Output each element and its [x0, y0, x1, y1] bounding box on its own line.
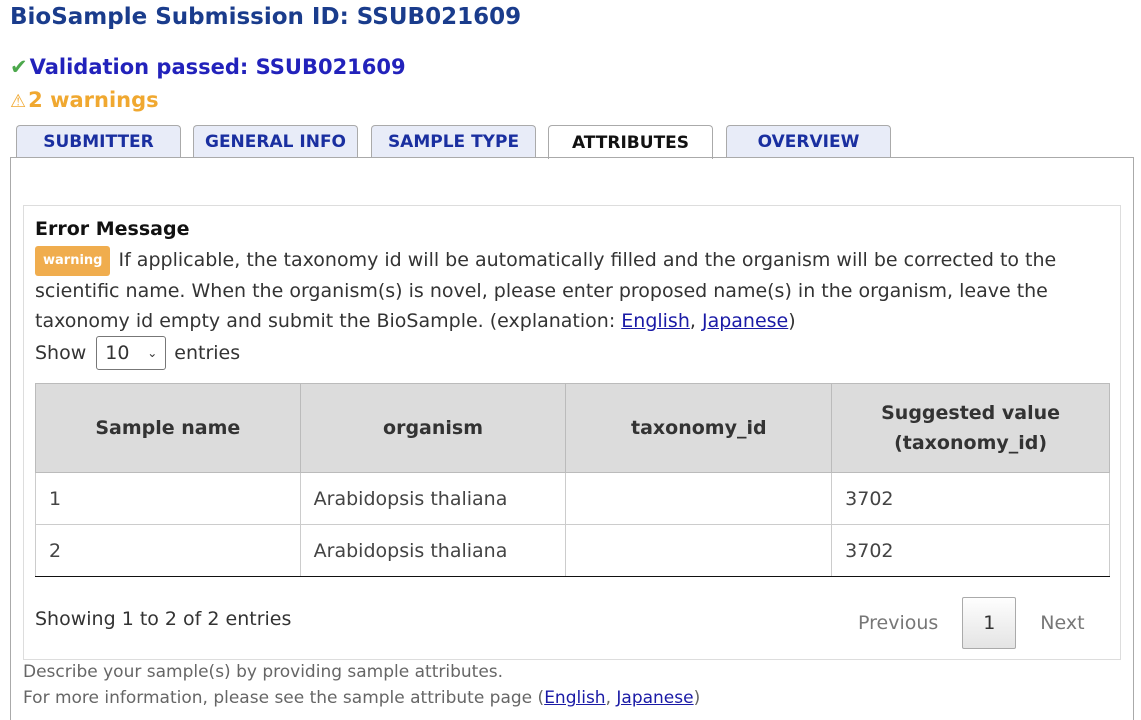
- table-header-row: Sample name organism taxonomy_id Suggest…: [35, 383, 1110, 473]
- data-table: Sample name organism taxonomy_id Suggest…: [35, 383, 1110, 577]
- attribute-page-link-english[interactable]: English: [544, 688, 605, 708]
- cell-sample-name: 1: [35, 472, 301, 525]
- cell-taxonomy-id: [565, 472, 833, 525]
- tab-submitter[interactable]: SUBMITTER: [16, 125, 181, 157]
- page-button-1[interactable]: 1: [962, 597, 1017, 649]
- chevron-down-icon: ⌄: [147, 346, 158, 360]
- page-title: BioSample Submission ID: SSUB021609: [10, 4, 522, 30]
- column-header-taxonomy-id[interactable]: taxonomy_id: [565, 383, 833, 473]
- pagination: Previous 1 Next: [840, 597, 1103, 649]
- warnings-status: ⚠2 warnings: [10, 88, 159, 112]
- more-info-suffix: ): [693, 688, 701, 708]
- tab-general-info[interactable]: GENERAL INFO: [193, 125, 358, 157]
- error-message-end: ): [788, 310, 796, 332]
- error-title: Error Message: [35, 218, 190, 240]
- cell-taxonomy-id: [565, 524, 833, 577]
- link-separator: ,: [689, 310, 702, 332]
- entries-select-value: 10: [105, 342, 130, 364]
- column-header-suggested-value[interactable]: Suggested value (taxonomy_id): [831, 383, 1110, 473]
- table-row: 2 Arabidopsis thaliana 3702: [35, 524, 1110, 577]
- explanation-link-english[interactable]: English: [621, 310, 690, 332]
- cell-suggested-value: 3702: [831, 524, 1110, 577]
- length-menu-suffix: entries: [174, 342, 241, 364]
- warning-badge: warning: [35, 246, 111, 276]
- attributes-more-info: For more information, please see the sam…: [23, 688, 700, 708]
- warning-triangle-icon: ⚠: [10, 91, 27, 112]
- warnings-text: 2 warnings: [28, 88, 159, 112]
- cell-sample-name: 2: [35, 524, 301, 577]
- next-button[interactable]: Next: [1022, 612, 1102, 634]
- table-row: 1 Arabidopsis thaliana 3702: [35, 472, 1110, 525]
- error-message-text: If applicable, the taxonomy id will be a…: [35, 249, 1057, 332]
- check-icon: ✔: [10, 55, 28, 79]
- length-menu-prefix: Show: [35, 342, 87, 364]
- more-info-prefix: For more information, please see the sam…: [23, 688, 545, 708]
- tab-attributes[interactable]: ATTRIBUTES: [548, 125, 713, 159]
- tab-overview[interactable]: OVERVIEW: [726, 125, 891, 157]
- length-menu: Show 10 ⌄ entries: [35, 336, 240, 370]
- table-info: Showing 1 to 2 of 2 entries: [35, 608, 292, 630]
- column-header-sample-name[interactable]: Sample name: [35, 383, 301, 473]
- attributes-description: Describe your sample(s) by providing sam…: [23, 662, 504, 682]
- tab-sample-type[interactable]: SAMPLE TYPE: [371, 125, 536, 157]
- column-header-organism[interactable]: organism: [299, 383, 567, 473]
- validation-text: Validation passed: SSUB021609: [29, 55, 406, 79]
- explanation-link-japanese[interactable]: Japanese: [702, 310, 788, 332]
- error-message: warning If applicable, the taxonomy id wi…: [35, 245, 1105, 336]
- cell-suggested-value: 3702: [831, 472, 1110, 525]
- previous-button[interactable]: Previous: [840, 612, 956, 634]
- validation-status: ✔Validation passed: SSUB021609: [10, 55, 406, 79]
- link-separator: ,: [605, 688, 617, 708]
- cell-organism: Arabidopsis thaliana: [299, 524, 567, 577]
- attribute-page-link-japanese[interactable]: Japanese: [616, 688, 693, 708]
- page: BioSample Submission ID: SSUB021609 ✔Val…: [0, 0, 1141, 720]
- entries-select[interactable]: 10 ⌄: [96, 336, 167, 370]
- cell-organism: Arabidopsis thaliana: [299, 472, 567, 525]
